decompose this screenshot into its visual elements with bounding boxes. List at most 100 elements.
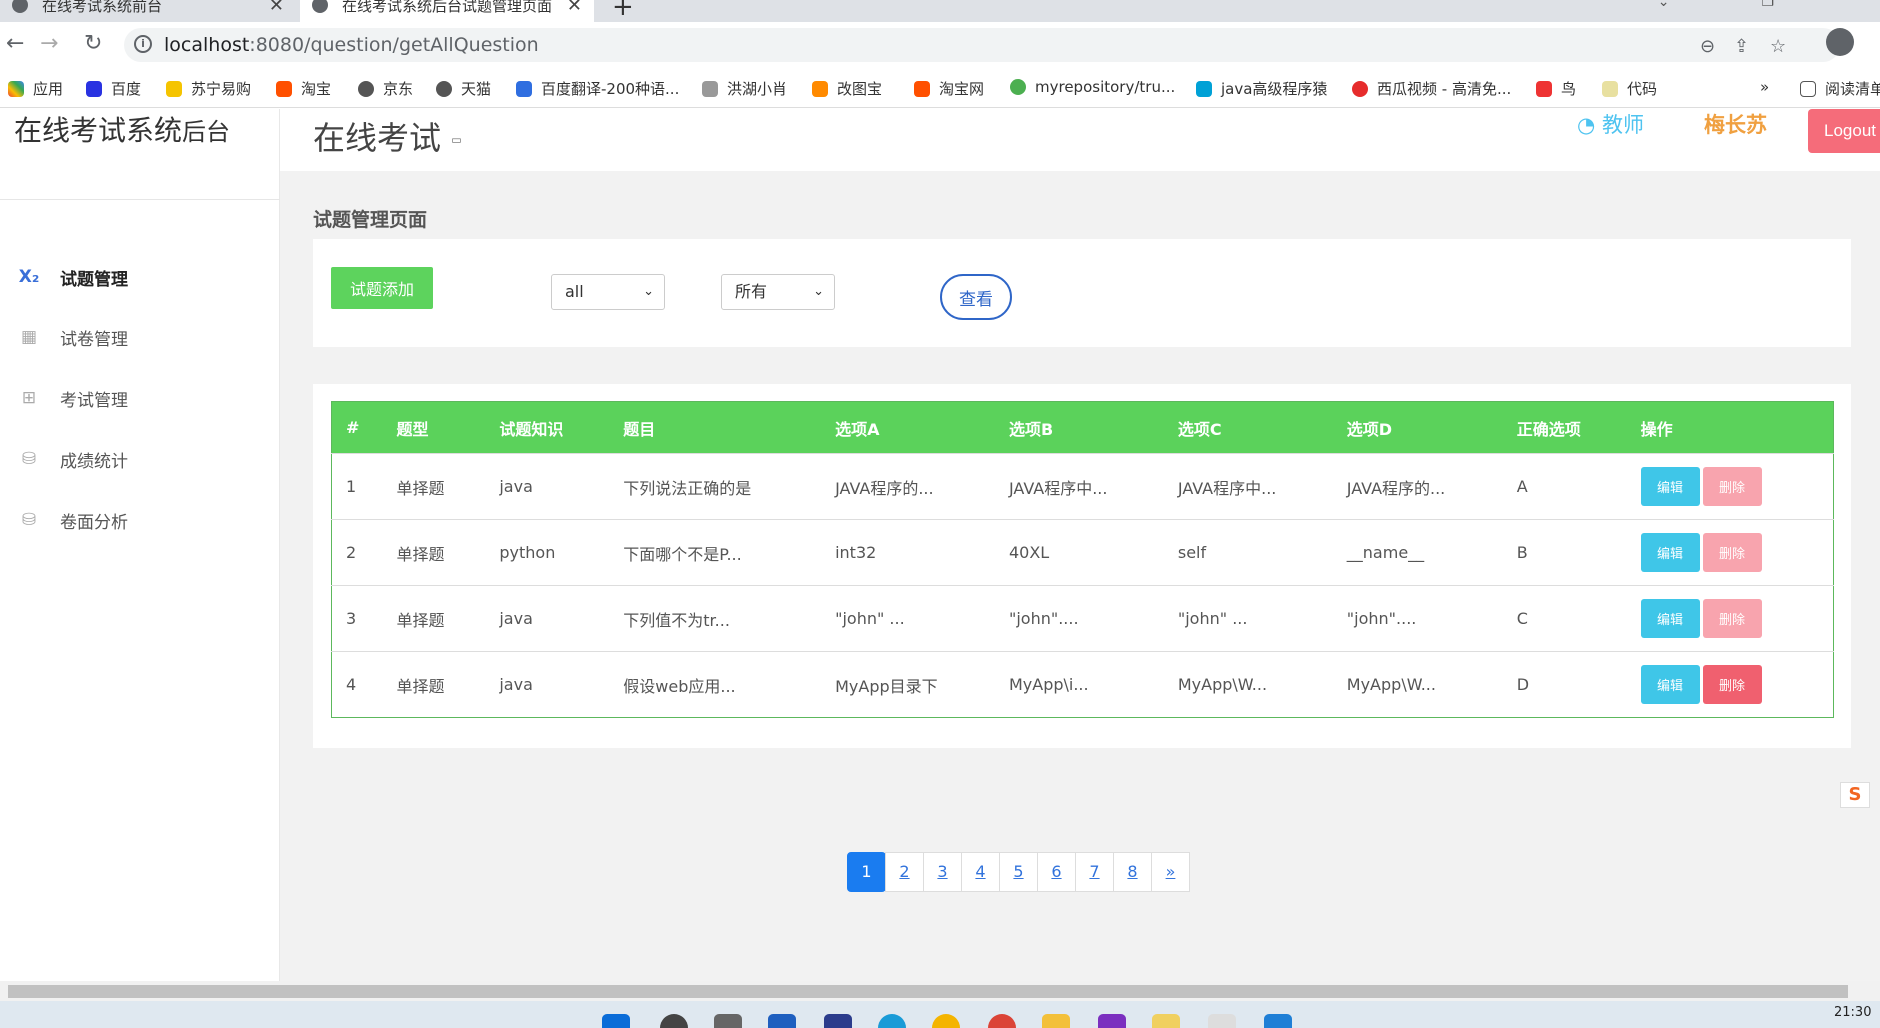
cell-option-b: 40XL [1008, 519, 1178, 586]
bookmark-taobao[interactable]: 淘宝 [276, 78, 331, 99]
bookmark-myrepository[interactable]: myrepository/tru... [1010, 78, 1175, 96]
bookmark-java[interactable]: java高级程序猿 [1196, 78, 1327, 99]
sidebar-item-scores[interactable]: ⛁ 成绩统计 [0, 439, 280, 479]
browser-tab-frontend[interactable]: 在线考试系统前台 ✕ [0, 0, 296, 22]
close-icon[interactable]: ✕ [567, 0, 582, 16]
col-header: 选项B [1008, 401, 1178, 454]
chrome-icon[interactable] [932, 1014, 960, 1028]
table-row: 4 单择题 java 假设web应用... MyApp目录下 MyApp\i..… [331, 651, 1834, 718]
address-bar[interactable]: i localhost:8080/question/getAllQuestion… [124, 28, 1840, 62]
cell-id: 2 [331, 519, 397, 586]
page-link-7[interactable]: 7 [1075, 852, 1114, 892]
page-link-1[interactable]: 1 [847, 852, 886, 892]
bookmark-label: 淘宝网 [939, 80, 985, 98]
page-link-2[interactable]: 2 [885, 852, 924, 892]
cell-option-b: MyApp\i... [1008, 651, 1178, 718]
scope-select[interactable]: 所有 ⌄ [721, 274, 835, 310]
sidebar-item-papers[interactable]: ▦ 试卷管理 [0, 317, 280, 357]
bookmark-xigua[interactable]: 西瓜视频 - 高清免... [1352, 78, 1511, 99]
zoom-icon[interactable]: ⊖ [1700, 36, 1715, 57]
forward-arrow-icon[interactable]: → [40, 31, 58, 56]
widgets-icon[interactable] [768, 1014, 796, 1028]
new-tab-plus-icon[interactable]: + [612, 0, 634, 22]
grid-icon: ▦ [20, 327, 38, 347]
edit-button[interactable]: 编辑 [1640, 533, 1700, 572]
add-question-button[interactable]: 试题添加 [331, 267, 433, 309]
search-icon[interactable] [660, 1014, 688, 1028]
window-controls[interactable]: ⌄❐ [1658, 0, 1866, 10]
chrome-active-icon[interactable] [988, 1014, 1016, 1028]
cell-knowledge: java [499, 651, 624, 718]
page-next[interactable]: » [1151, 852, 1190, 892]
site-info-icon[interactable]: i [134, 35, 152, 53]
view-button[interactable]: 查看 [940, 274, 1012, 320]
back-arrow-icon[interactable]: ← [6, 31, 24, 56]
brand-text: 在线考试 [313, 119, 442, 157]
bookmarks-overflow[interactable]: » [1760, 78, 1769, 96]
questions-table: # 题型 试题知识 题目 选项A 选项B 选项C 选项D 正确选项 操作 1 单… [331, 401, 1834, 718]
table-panel: # 题型 试题知识 题目 选项A 选项B 选项C 选项D 正确选项 操作 1 单… [313, 384, 1851, 748]
app-icon[interactable] [1264, 1014, 1292, 1028]
start-icon[interactable] [602, 1014, 630, 1028]
delete-button[interactable]: 删除 [1702, 467, 1762, 506]
page-link-6[interactable]: 6 [1037, 852, 1076, 892]
bookmark-label: 鸟 [1561, 80, 1577, 98]
sidebar-item-exams[interactable]: ⊞ 考试管理 [0, 378, 280, 418]
bookmark-honghu[interactable]: 洪湖小肖 [702, 78, 787, 99]
delete-button[interactable]: 删除 [1702, 533, 1762, 572]
edit-button[interactable]: 编辑 [1640, 467, 1700, 506]
cell-type: 单择题 [396, 519, 500, 586]
bookmark-taobaowang[interactable]: 淘宝网 [914, 78, 984, 99]
folder-icon[interactable] [1042, 1014, 1070, 1028]
bookmark-bird[interactable]: 鸟 [1536, 78, 1576, 99]
bookmark-jd[interactable]: 京东 [358, 78, 413, 99]
type-select[interactable]: all ⌄ [551, 274, 665, 310]
page-link-4[interactable]: 4 [961, 852, 1000, 892]
globe-icon [436, 80, 452, 97]
page-link-5[interactable]: 5 [999, 852, 1038, 892]
translate-icon [516, 80, 532, 97]
app-icon[interactable] [1152, 1014, 1180, 1028]
profile-avatar[interactable] [1826, 28, 1854, 56]
app-icon[interactable] [824, 1014, 852, 1028]
sitemap-icon: ⛁ [21, 510, 37, 530]
delete-button[interactable]: 删除 [1702, 599, 1762, 638]
close-icon[interactable]: ✕ [269, 0, 284, 16]
reload-icon[interactable]: ↻ [84, 31, 102, 56]
globe-icon [12, 0, 28, 13]
bookmark-code[interactable]: 代码 [1602, 78, 1657, 99]
sidebar-item-analysis[interactable]: ⛁ 卷面分析 [0, 500, 280, 540]
scope-select-value: 所有 [735, 282, 768, 301]
page-link-3[interactable]: 3 [923, 852, 962, 892]
page-link-8[interactable]: 8 [1113, 852, 1152, 892]
task-view-icon[interactable] [714, 1014, 742, 1028]
sogou-ime-icon[interactable]: S [1840, 782, 1870, 808]
bookmark-gaitubao[interactable]: 改图宝 [812, 78, 882, 99]
bookmark-label: 代码 [1627, 80, 1658, 98]
map-icon: ⊞ [21, 388, 37, 408]
url-path: :8080/question/getAllQuestion [249, 34, 539, 56]
edit-button[interactable]: 编辑 [1640, 599, 1700, 638]
cell-option-c: "john" ... [1177, 585, 1347, 652]
bookmark-baidu-translate[interactable]: 百度翻译-200种语... [516, 78, 679, 99]
delete-button[interactable]: 删除 [1702, 665, 1762, 704]
bookmark-tmall[interactable]: 天猫 [436, 78, 491, 99]
horizontal-scrollbar[interactable] [0, 981, 1880, 1001]
cell-option-a: JAVA程序的... [835, 453, 1009, 520]
logout-button[interactable]: Logout [1808, 109, 1880, 153]
edge-icon[interactable] [878, 1014, 906, 1028]
bookmark-baidu[interactable]: 百度 [86, 78, 141, 99]
browser-tab-backend[interactable]: 在线考试系统后台试题管理页面 ✕ [300, 0, 594, 22]
bookmark-apps[interactable]: 应用 [8, 78, 63, 99]
cell-actions: 编辑 删除 [1640, 585, 1834, 652]
bookmark-suning[interactable]: 苏宁易购 [166, 78, 251, 99]
reading-list[interactable]: 阅读清单 [1800, 78, 1880, 99]
sidebar-item-questions[interactable]: X₂ 试题管理 [0, 257, 280, 297]
star-icon[interactable]: ☆ [1770, 36, 1786, 57]
app-icon[interactable] [1208, 1014, 1236, 1028]
scrollbar-thumb[interactable] [8, 985, 1848, 998]
share-icon[interactable]: ⇪ [1734, 36, 1749, 57]
edit-button[interactable]: 编辑 [1640, 665, 1700, 704]
ide-icon[interactable] [1098, 1014, 1126, 1028]
type-select-value: all [565, 282, 584, 301]
